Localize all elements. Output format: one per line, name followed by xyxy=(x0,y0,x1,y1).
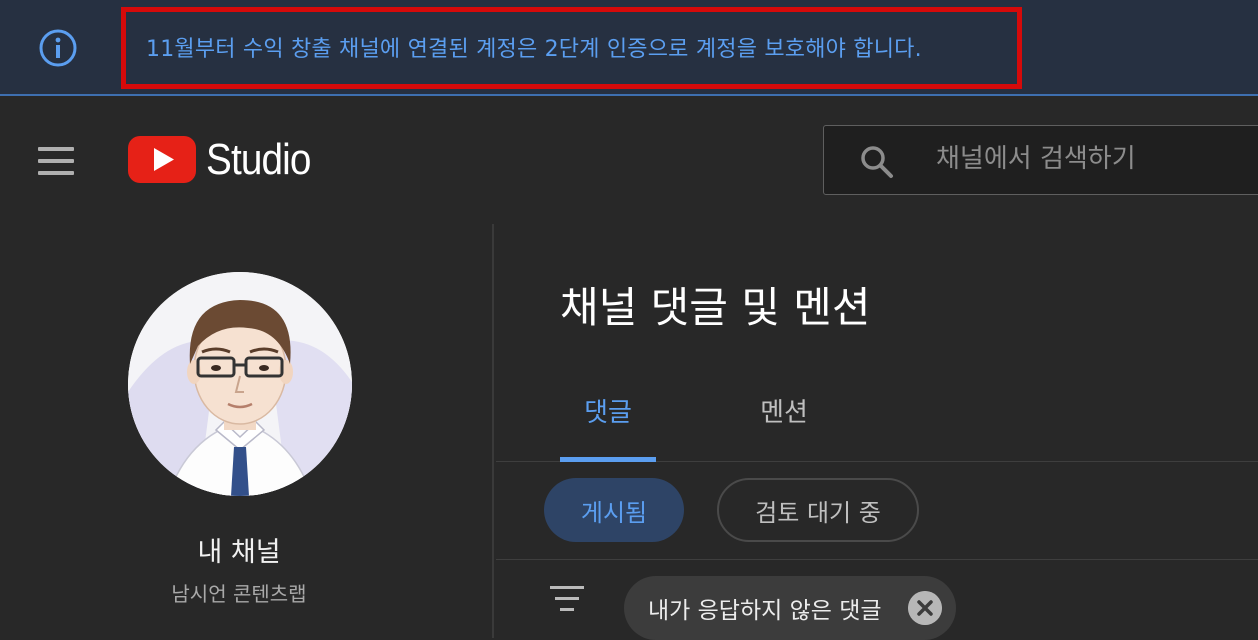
search-input[interactable] xyxy=(936,139,1256,179)
channel-avatar[interactable] xyxy=(128,272,352,496)
close-icon[interactable] xyxy=(908,591,942,625)
avatar-illustration xyxy=(128,272,352,496)
filter-chip-unanswered[interactable]: 내가 응답하지 않은 댓글 xyxy=(624,576,956,640)
search-box[interactable] xyxy=(823,125,1258,195)
page-title: 채널 댓글 및 멘션 xyxy=(560,283,871,332)
status-chip-row: 게시됨 검토 대기 중 xyxy=(496,462,1258,560)
info-icon xyxy=(39,29,77,67)
tab-comments-label: 댓글 xyxy=(584,398,632,428)
logo-text: Studio xyxy=(206,135,311,184)
filter-chip-label: 내가 응답하지 않은 댓글 xyxy=(648,598,882,624)
youtube-play-icon xyxy=(128,136,196,183)
menu-button[interactable] xyxy=(30,138,82,184)
tab-comments[interactable]: 댓글 xyxy=(560,374,656,462)
tab-mentions[interactable]: 멘션 xyxy=(736,374,832,460)
search-icon[interactable] xyxy=(859,144,895,180)
channel-name: 남시언 콘텐츠랩 xyxy=(171,582,307,606)
top-app-bar: Studio xyxy=(0,96,1258,224)
chip-pending-review[interactable]: 검토 대기 중 xyxy=(717,478,919,542)
sidebar: 내 채널 남시언 콘텐츠랩 xyxy=(0,224,494,638)
announcement-banner: 11월부터 수익 창출 채널에 연결된 계정은 2단계 인증으로 계정을 보호해… xyxy=(0,0,1258,96)
chip-published[interactable]: 게시됨 xyxy=(544,478,684,542)
filter-icon[interactable] xyxy=(546,582,586,616)
filter-row: 내가 응답하지 않은 댓글 xyxy=(496,560,1258,640)
tab-mentions-label: 멘션 xyxy=(760,398,808,428)
channel-title: 내 채널 xyxy=(197,537,281,568)
banner-message: 11월부터 수익 창출 채널에 연결된 계정은 2단계 인증으로 계정을 보호해… xyxy=(146,37,922,62)
main-content: 채널 댓글 및 멘션 댓글 멘션 게시됨 검토 대기 중 내가 응답하지 않은 … xyxy=(496,224,1258,640)
tab-bar: 댓글 멘션 xyxy=(496,374,1258,462)
studio-logo[interactable]: Studio xyxy=(128,134,325,186)
